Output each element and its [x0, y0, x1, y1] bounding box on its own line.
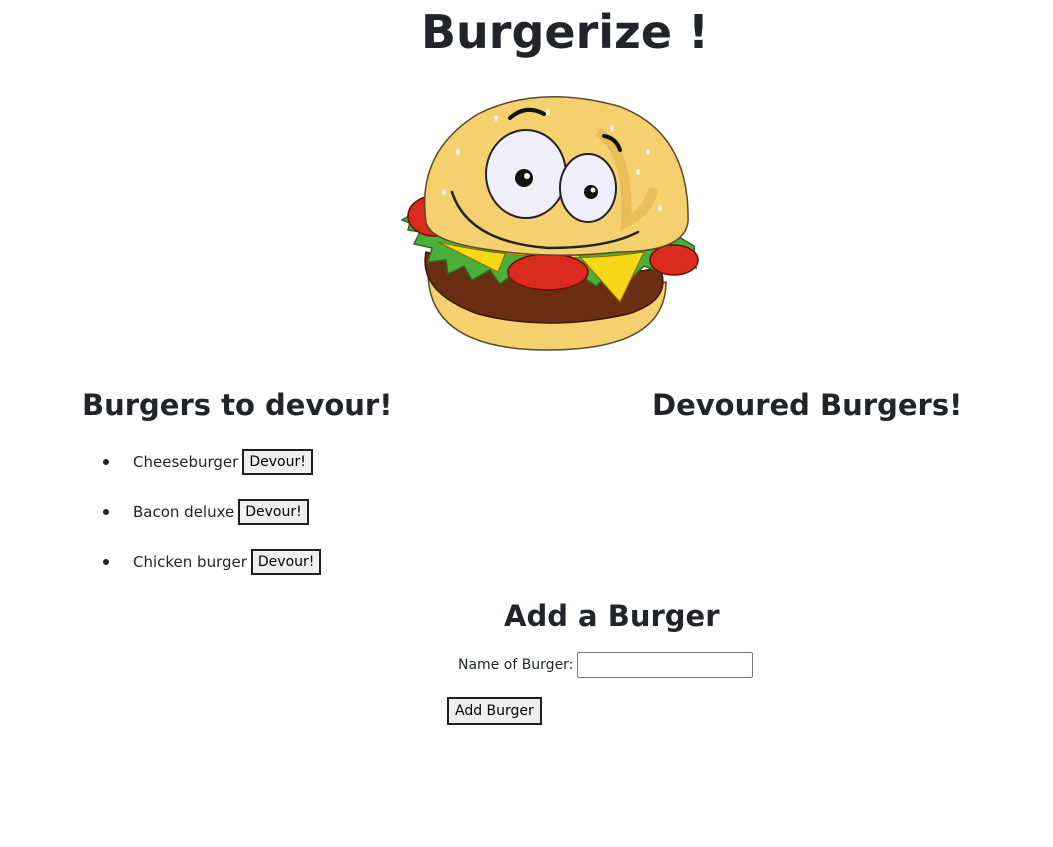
bullet-icon	[103, 559, 109, 565]
burger-name-input[interactable]	[577, 652, 754, 678]
list-item: Bacon deluxe Devour!	[92, 487, 321, 537]
add-burger-heading: Add a Burger	[504, 599, 720, 633]
bullet-icon	[103, 509, 109, 515]
burger-name-label: Name of Burger:	[458, 657, 574, 673]
burger-mascot-logo	[400, 96, 699, 351]
list-item: Chicken burger Devour!	[92, 537, 322, 587]
devour-button[interactable]: Devour!	[250, 549, 322, 575]
page-title: Burgerize !	[420, 5, 710, 59]
add-burger-form: Name of Burger:	[458, 652, 754, 678]
bullet-icon	[103, 459, 109, 465]
to-devour-heading: Burgers to devour!	[82, 388, 393, 422]
to-devour-list: Cheeseburger Devour! Bacon deluxe Devour…	[92, 437, 322, 587]
devoured-heading: Devoured Burgers!	[652, 388, 963, 422]
list-item: Cheeseburger Devour!	[92, 437, 321, 487]
devour-button[interactable]: Devour!	[242, 449, 313, 475]
burger-name: Cheeseburger	[133, 453, 239, 471]
burger-name: Chicken burger	[133, 553, 247, 571]
burger-name: Bacon deluxe	[133, 503, 235, 521]
devour-button[interactable]: Devour!	[238, 499, 309, 525]
add-burger-button[interactable]: Add Burger	[447, 697, 542, 725]
